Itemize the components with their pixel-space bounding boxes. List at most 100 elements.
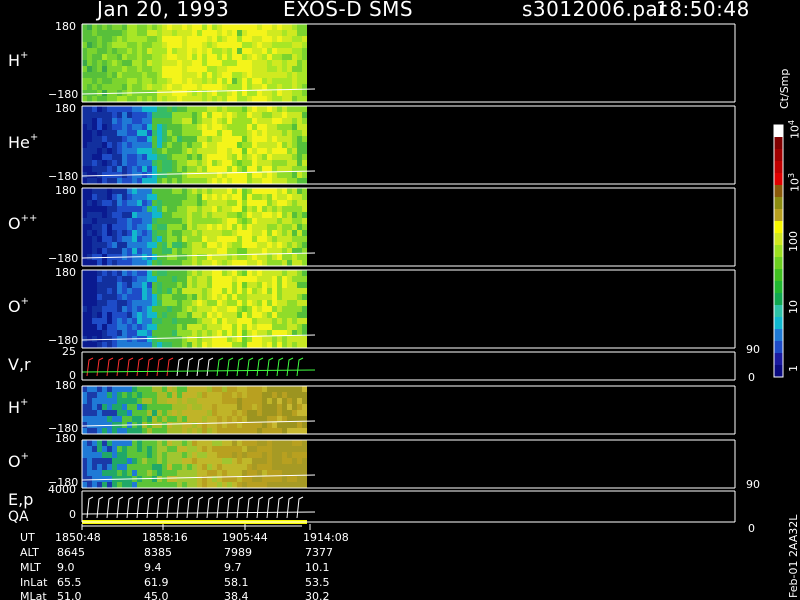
heatmap-cell [187,276,192,282]
heatmap-cell [247,206,252,212]
heatmap-cell [152,392,157,398]
heatmap-cell [102,212,107,218]
heatmap-cell [207,318,212,324]
colorbar-tick-label: 1 [787,365,800,372]
heatmap-cell [157,236,162,242]
heatmap-cell [297,294,302,300]
heatmap-cell [172,324,177,330]
heatmap-cell [302,482,307,488]
heatmap-cell [157,212,162,218]
heatmap-cell [237,248,242,254]
heatmap-cell [197,142,202,148]
heatmap-cell [302,66,307,72]
y-tick-bottom: −180 [48,170,79,183]
heatmap-cell [232,166,237,172]
heatmap-cell [277,36,282,42]
heatmap-cell [252,236,257,242]
heatmap-cell [202,24,207,30]
heatmap-cell [257,124,262,130]
heatmap-cell [202,160,207,166]
species-name: H [8,51,21,70]
heatmap-cell [242,54,247,60]
heatmap-cell [107,130,112,136]
heatmap-cell [97,206,102,212]
heatmap-cell [222,188,227,194]
heatmap-cell [302,282,307,288]
heatmap-cell [202,342,207,348]
heatmap-cell [82,148,87,154]
heatmap-cell [107,188,112,194]
heatmap-cell [187,428,192,434]
heatmap-cell [247,330,252,336]
heatmap-cell [217,318,222,324]
heatmap-cell [237,24,242,30]
heatmap-cell [167,172,172,178]
heatmap-cell [262,458,267,464]
heatmap-cell [142,236,147,242]
heatmap-cell [192,270,197,276]
heatmap-cell [127,36,132,42]
heatmap-cell [107,312,112,318]
heatmap-cell [262,130,267,136]
heatmap-cell [137,154,142,160]
heatmap-cell [192,112,197,118]
heatmap-cell [292,318,297,324]
heatmap-cell [262,54,267,60]
heatmap-cell [257,48,262,54]
heatmap-cell [192,24,197,30]
heatmap-cell [227,230,232,236]
data-marker [176,496,184,519]
heatmap-cell [202,482,207,488]
heatmap-cell [167,24,172,30]
heatmap-cell [142,142,147,148]
heatmap-cell [197,470,202,476]
heatmap-cell [172,476,177,482]
heatmap-cell [92,224,97,230]
heatmap-cell [127,270,132,276]
heatmap-cell [192,90,197,96]
heatmap-cell [97,236,102,242]
heatmap-cell [82,142,87,148]
heatmap-cell [272,422,277,428]
heatmap-cell [257,398,262,404]
heatmap-cell [192,392,197,398]
heatmap-cell [207,96,212,102]
heatmap-cell [237,42,242,48]
heatmap-cell [102,242,107,248]
heatmap-cell [232,230,237,236]
heatmap-cell [97,452,102,458]
heatmap-cell [87,118,92,124]
heatmap-cell [182,306,187,312]
heatmap-cell [222,398,227,404]
heatmap-cell [147,386,152,392]
heatmap-cell [212,288,217,294]
heatmap-cell [147,178,152,184]
heatmap-cell [222,78,227,84]
heatmap-cell [82,66,87,72]
heatmap-cell [87,282,92,288]
heatmap-cell [147,416,152,422]
heatmap-cell [162,72,167,78]
heatmap-cell [222,166,227,172]
y-tick-top: 180 [55,266,76,279]
heatmap-cell [102,224,107,230]
heatmap-cell [227,30,232,36]
heatmap-cell [287,112,292,118]
heatmap-cell [252,130,257,136]
heatmap-cell [247,118,252,124]
heatmap-cell [252,96,257,102]
heatmap-cell [172,30,177,36]
heatmap-cell [137,84,142,90]
heatmap-cell [177,142,182,148]
heatmap-cell [92,60,97,66]
heatmap-cell [187,254,192,260]
heatmap-cell [262,30,267,36]
heatmap-cell [212,440,217,446]
heatmap-cell [282,330,287,336]
heatmap-cell [287,206,292,212]
data-marker [266,357,274,377]
heatmap-cell [177,318,182,324]
heatmap-cell [177,312,182,318]
heatmap-cell [277,200,282,206]
heatmap-cell [272,124,277,130]
